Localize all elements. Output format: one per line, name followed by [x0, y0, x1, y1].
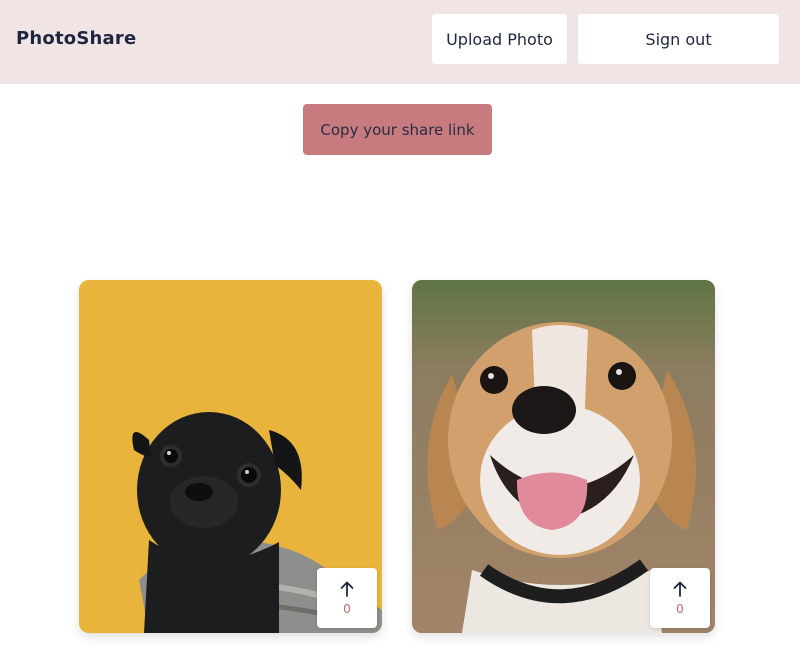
photo-card: 0: [412, 280, 715, 633]
sign-out-button[interactable]: Sign out: [578, 14, 779, 64]
arrow-up-icon: [340, 581, 354, 597]
arrow-up-icon: [673, 581, 687, 597]
top-navigation-bar: PhotoShare Upload Photo Sign out: [0, 0, 800, 84]
upvote-button[interactable]: 0: [650, 568, 710, 628]
upvote-button[interactable]: 0: [317, 568, 377, 628]
copy-share-link-button[interactable]: Copy your share link: [303, 104, 492, 155]
upvote-count: 0: [676, 602, 684, 616]
upvote-count: 0: [343, 602, 351, 616]
app-logo[interactable]: PhotoShare: [16, 28, 136, 49]
photo-card: 0: [79, 280, 382, 633]
upload-photo-button[interactable]: Upload Photo: [432, 14, 567, 64]
